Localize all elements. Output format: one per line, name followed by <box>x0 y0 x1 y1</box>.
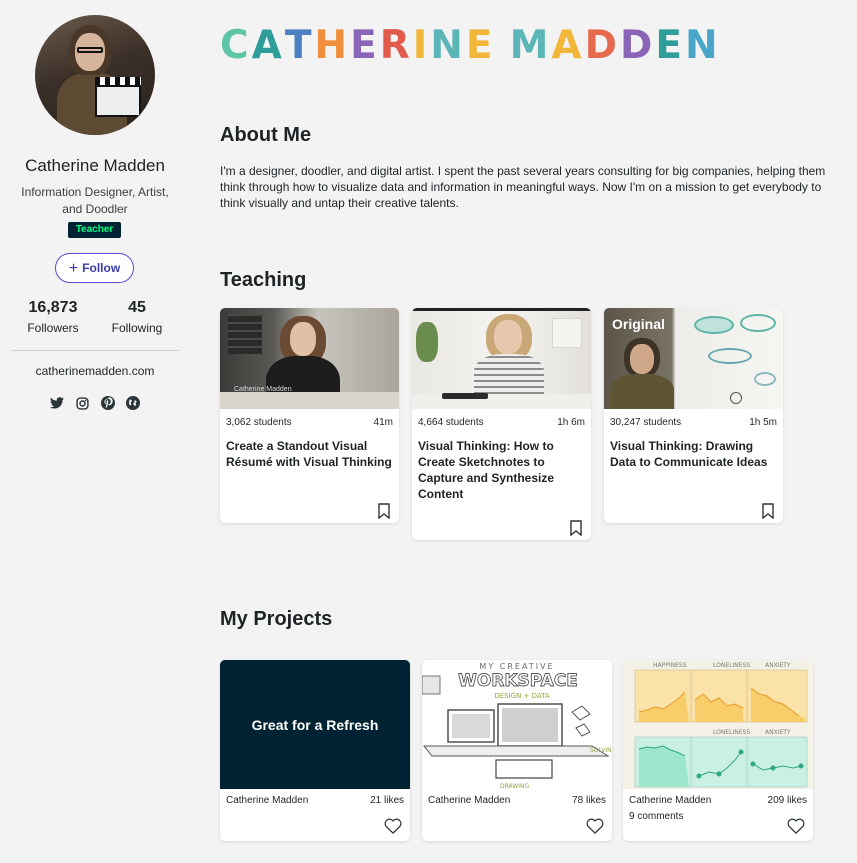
following-count: 45 <box>128 299 146 316</box>
workspace-sketch: MY CREATIVE WORKSPACE DESIGN + DATA SOLV… <box>422 662 612 789</box>
heart-icon[interactable] <box>787 818 805 834</box>
instagram-icon[interactable] <box>75 396 89 410</box>
brand-letter: M <box>509 23 552 68</box>
chart-label-loneliness-2: LONELINESS <box>713 729 750 736</box>
globe-icon[interactable] <box>125 396 140 410</box>
following-stat[interactable]: 45 Following <box>97 299 177 335</box>
about-heading: About Me <box>220 124 312 146</box>
course-meta: 4,664 students 1h 6m <box>412 409 591 428</box>
course-duration: 1h 6m <box>557 417 585 428</box>
project-author[interactable]: Catherine Madden <box>226 795 308 806</box>
brand-letter: N <box>684 23 721 68</box>
plus-icon: + <box>68 260 79 277</box>
brand-letter: T <box>284 23 315 68</box>
bookmark-icon[interactable] <box>570 520 582 536</box>
project-meta: Catherine Madden 21 likes <box>220 789 410 806</box>
project-thumbnail: Great for a Refresh <box>220 660 410 789</box>
chart-label-anxiety-2: ANXIETY <box>765 729 791 736</box>
project-thumbnail: HAPPINESS LONELINESS ANXIETY LONELINESS … <box>623 660 813 789</box>
course-title[interactable]: Visual Thinking: How to Create Sketchnot… <box>412 428 591 502</box>
project-likes: 78 likes <box>572 795 606 806</box>
brand-space <box>496 24 510 68</box>
brand-letter: E <box>655 23 685 68</box>
course-students: 4,664 students <box>418 417 484 428</box>
original-label: Original <box>612 316 665 332</box>
follow-button[interactable]: + Follow <box>55 253 134 283</box>
course-thumbnail: Original <box>604 308 783 409</box>
sketch-title-small: MY CREATIVE <box>479 662 554 671</box>
course-title[interactable]: Create a Standout Visual Résumé with Vis… <box>220 428 399 470</box>
chart-label-happiness: HAPPINESS <box>653 662 687 669</box>
brand-letter: H <box>314 23 351 68</box>
about-text: I'm a designer, doodler, and digital art… <box>220 164 826 210</box>
thumb-caption: Catherine Madden <box>234 386 292 393</box>
pinterest-icon[interactable] <box>100 396 115 410</box>
sketch-title-large: WORKSPACE <box>458 671 578 691</box>
course-thumbnail: Catherine Madden <box>220 308 399 409</box>
project-comments[interactable]: 9 comments <box>623 806 813 822</box>
profile-headline: Information Designer, Artist, and Doodle… <box>21 185 169 216</box>
sketch-subtitle: DESIGN + DATA <box>494 692 550 700</box>
sketch-note: SOLVING <box>590 747 612 754</box>
sketch-note-bottom: DRAWING <box>500 783 530 789</box>
brand-letter: C <box>220 23 252 68</box>
chart-label-loneliness: LONELINESS <box>713 662 750 669</box>
brand-letter: A <box>551 23 585 68</box>
teaching-heading: Teaching <box>220 269 307 291</box>
project-meta: Catherine Madden 209 likes <box>623 789 813 806</box>
heart-icon[interactable] <box>586 818 604 834</box>
brand-logo: CATHERINE MADDEN <box>220 24 820 68</box>
course-meta: 30,247 students 1h 5m <box>604 409 783 428</box>
mood-charts: HAPPINESS LONELINESS ANXIETY LONELINESS … <box>634 662 808 788</box>
course-duration: 41m <box>373 417 393 428</box>
course-title[interactable]: Visual Thinking: Drawing Data to Communi… <box>604 428 783 470</box>
brand-letter: N <box>430 23 466 68</box>
brand-letter: D <box>619 23 656 68</box>
follow-label: Follow <box>82 261 121 275</box>
brand-letter: A <box>251 23 285 68</box>
course-meta: 3,062 students 41m <box>220 409 399 428</box>
course-students: 30,247 students <box>610 417 682 428</box>
followers-label: Followers <box>27 321 79 335</box>
project-thumbnail: MY CREATIVE WORKSPACE DESIGN + DATA SOLV… <box>422 660 612 789</box>
profile-sidebar: Catherine Madden Information Designer, A… <box>0 0 190 863</box>
twitter-icon[interactable] <box>50 396 64 410</box>
project-author[interactable]: Catherine Madden <box>428 795 510 806</box>
followers-count: 16,873 <box>28 299 78 316</box>
social-links <box>50 396 140 412</box>
course-card[interactable]: Original 30,247 students 1h 5m Visual Th… <box>604 308 783 523</box>
brand-letter: E <box>465 23 496 68</box>
teacher-badge: Teacher <box>68 222 121 238</box>
project-thumb-text: Great for a Refresh <box>251 716 379 733</box>
chart-label-anxiety: ANXIETY <box>765 662 791 669</box>
bookmark-icon[interactable] <box>762 503 774 519</box>
course-card[interactable]: 4,664 students 1h 6m Visual Thinking: Ho… <box>412 308 591 540</box>
profile-name: Catherine Madden <box>25 156 165 175</box>
project-likes: 21 likes <box>370 795 404 806</box>
avatar[interactable] <box>35 15 155 135</box>
website-link[interactable]: catherinemadden.com <box>0 364 190 378</box>
project-card[interactable]: Great for a Refresh Catherine Madden 21 … <box>220 660 410 841</box>
brand-letter: I <box>412 23 431 68</box>
project-card[interactable]: MY CREATIVE WORKSPACE DESIGN + DATA SOLV… <box>422 660 612 841</box>
followers-stat[interactable]: 16,873 Followers <box>13 299 93 335</box>
project-author[interactable]: Catherine Madden <box>629 795 711 806</box>
brand-letter: E <box>350 23 380 68</box>
brand-letter: D <box>584 23 620 68</box>
course-thumbnail <box>412 308 591 409</box>
course-students: 3,062 students <box>226 417 292 428</box>
project-likes: 209 likes <box>767 795 807 806</box>
following-label: Following <box>111 321 163 335</box>
sidebar-divider <box>11 350 179 351</box>
course-card[interactable]: Catherine Madden 3,062 students 41m Crea… <box>220 308 399 523</box>
project-card[interactable]: HAPPINESS LONELINESS ANXIETY LONELINESS … <box>623 660 813 841</box>
projects-heading: My Projects <box>220 608 333 630</box>
heart-icon[interactable] <box>384 818 402 834</box>
course-duration: 1h 5m <box>749 417 777 428</box>
brand-letter: R <box>379 23 413 68</box>
bookmark-icon[interactable] <box>378 503 390 519</box>
project-meta: Catherine Madden 78 likes <box>422 789 612 806</box>
